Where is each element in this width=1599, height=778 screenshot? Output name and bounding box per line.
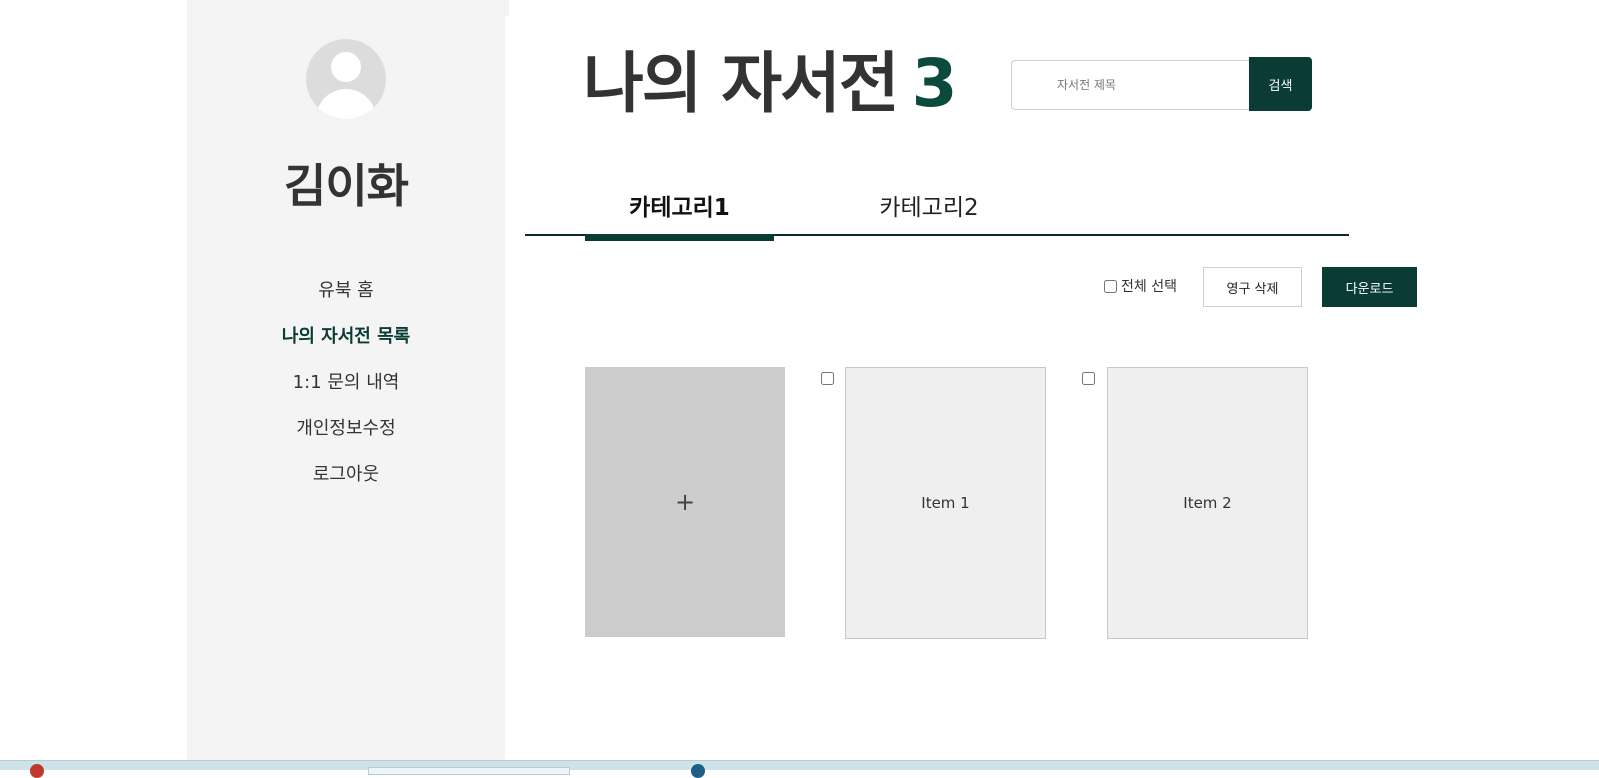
select-all[interactable]: 전체 선택 [1104,276,1177,296]
item-1-checkbox[interactable] [821,372,834,385]
item-card-label: Item 2 [1183,494,1232,512]
sidebar-item-logout[interactable]: 로그아웃 [187,458,505,504]
tab-category-1[interactable]: 카테고리1 [585,188,774,222]
avatar-body-shape [316,89,376,119]
page-title: 나의 자서전 3 [583,44,958,124]
item-card-2[interactable]: Item 2 [1107,367,1308,639]
sidebar-item-inquiries[interactable]: 1:1 문의 내역 [187,366,505,412]
search-box [1011,60,1249,110]
item-card-1[interactable]: Item 1 [845,367,1046,639]
sidebar-nav: 유북 홈 나의 자서전 목록 1:1 문의 내역 개인정보수정 로그아웃 [187,274,505,504]
autobiography-count: 3 [911,45,958,122]
delete-permanently-button[interactable]: 영구 삭제 [1203,267,1302,307]
tab-category-2[interactable]: 카테고리2 [834,188,1024,222]
avatar [306,39,386,119]
select-all-label: 전체 선택 [1121,279,1177,295]
sidebar-item-home[interactable]: 유북 홈 [187,274,505,320]
add-autobiography-card[interactable]: + [585,367,785,637]
taskbar-search-field[interactable] [368,767,570,775]
taskbar-app-icon[interactable] [691,764,705,778]
download-button[interactable]: 다운로드 [1322,267,1417,307]
search-button[interactable]: 검색 [1249,57,1312,111]
sidebar-notch [505,0,509,16]
item-2-checkbox[interactable] [1082,372,1095,385]
item-card-label: Item 1 [921,494,970,512]
page-title-text: 나의 자서전 [583,45,900,122]
avatar-head-shape [331,52,361,82]
active-tab-indicator [585,234,774,241]
username: 김이화 [284,159,409,213]
sidebar-item-my-autobiographies[interactable]: 나의 자서전 목록 [187,320,505,366]
taskbar-app-icon[interactable] [30,764,44,778]
select-all-checkbox[interactable] [1104,279,1117,293]
sidebar-item-edit-profile[interactable]: 개인정보수정 [187,412,505,458]
plus-icon: + [674,488,696,516]
search-input[interactable] [1012,61,1249,109]
